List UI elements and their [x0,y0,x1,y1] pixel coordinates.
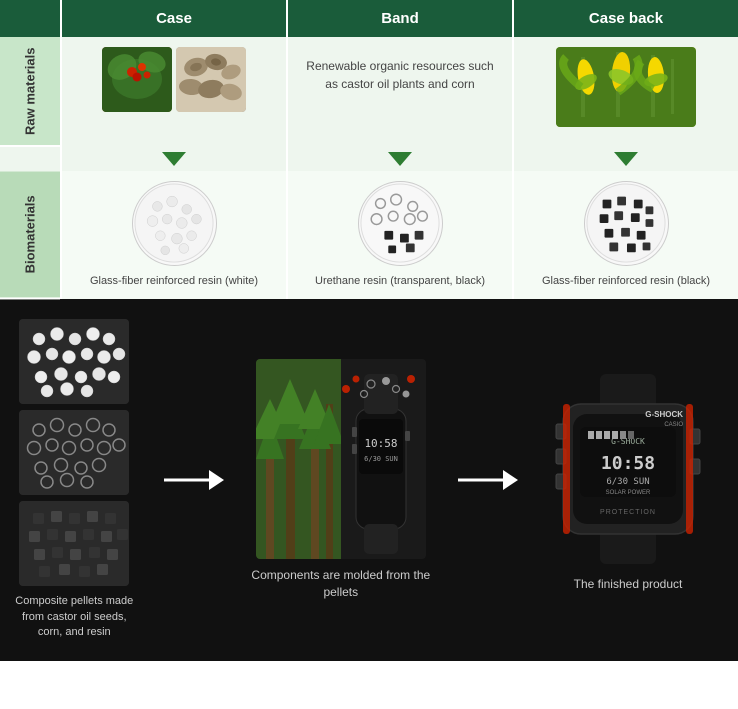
arrow-down-caseback [614,152,638,166]
raw-materials-label: Raw materials [0,37,60,147]
raw-band-cell: Renewable organic resources such as cast… [286,37,512,147]
corn-image [556,47,696,127]
castor-plant-image [102,47,172,112]
arrow-down-band [388,152,412,166]
svg-text:10:58: 10:58 [364,437,397,450]
header-case: Case [60,0,286,37]
svg-text:PROTECTION: PROTECTION [600,509,656,516]
header-spacer [0,0,60,37]
svg-text:6/30 SUN: 6/30 SUN [364,455,398,463]
finished-column: G-SHOCK 10:58 6/30 SUN SOLAR POWER [528,369,728,591]
biomaterials-row: Biomaterials [0,171,738,299]
svg-text:SOLAR POWER: SOLAR POWER [606,490,651,496]
svg-text:CASIO: CASIO [664,422,683,428]
arrow-down-case [162,152,186,166]
raw-materials-row: Raw materials [0,37,738,147]
bio-caseback-label: Glass-fiber reinforced resin (black) [542,274,710,289]
arrow-caseback [512,147,738,171]
raw-case-cell [60,37,286,147]
arrow-band [286,147,512,171]
bio-case-cell: Glass-fiber reinforced resin (white) [60,171,286,299]
header-row: Case Band Case back [0,0,738,37]
pellet-box-transparent [19,410,129,495]
middle-column: 10:58 6/30 SUN Components [234,359,448,601]
arrow-right-2 [458,465,518,495]
finished-caption: The finished product [574,577,683,591]
black-resin-circle [584,181,669,266]
finished-watch-image: G-SHOCK 10:58 6/30 SUN SOLAR POWER [528,369,728,569]
biomaterials-label: Biomaterials [0,171,60,299]
band-description: Renewable organic resources such as cast… [296,47,504,103]
bio-caseback-cell: Glass-fiber reinforced resin (black) [512,171,738,299]
svg-text:6/30 SUN: 6/30 SUN [606,477,649,487]
header-band: Band [286,0,512,37]
middle-caption: Components are molded from the pellets [234,567,448,601]
bottom-section: Composite pellets made from castor oil s… [0,299,738,660]
bio-case-label: Glass-fiber reinforced resin (white) [90,274,258,289]
bio-band-label: Urethane resin (transparent, black) [315,274,485,289]
raw-case-images [102,47,246,112]
pellet-caption: Composite pellets made from castor oil s… [10,594,139,640]
bottom-content: Composite pellets made from castor oil s… [10,319,728,640]
header-caseback: Case back [512,0,738,37]
watch-composite-image: 10:58 6/30 SUN [256,359,426,559]
top-section: Case Band Case back Raw materials [0,0,738,299]
pellets-column: Composite pellets made from castor oil s… [10,319,139,640]
arrow-separator-row [0,147,738,171]
svg-text:10:58: 10:58 [601,453,655,474]
pellet-box-white [19,319,129,404]
bio-band-cell: Urethane resin (transparent, black) [286,171,512,299]
pellet-box-black [19,501,129,586]
svg-text:G-SHOCK: G-SHOCK [645,410,683,419]
arrow-spacer [0,147,60,171]
seeds-image [176,47,246,112]
urethane-resin-circle [358,181,443,266]
arrow-right-1 [164,465,224,495]
raw-caseback-cell [512,37,738,147]
arrow-case [60,147,286,171]
white-resin-circle [132,181,217,266]
